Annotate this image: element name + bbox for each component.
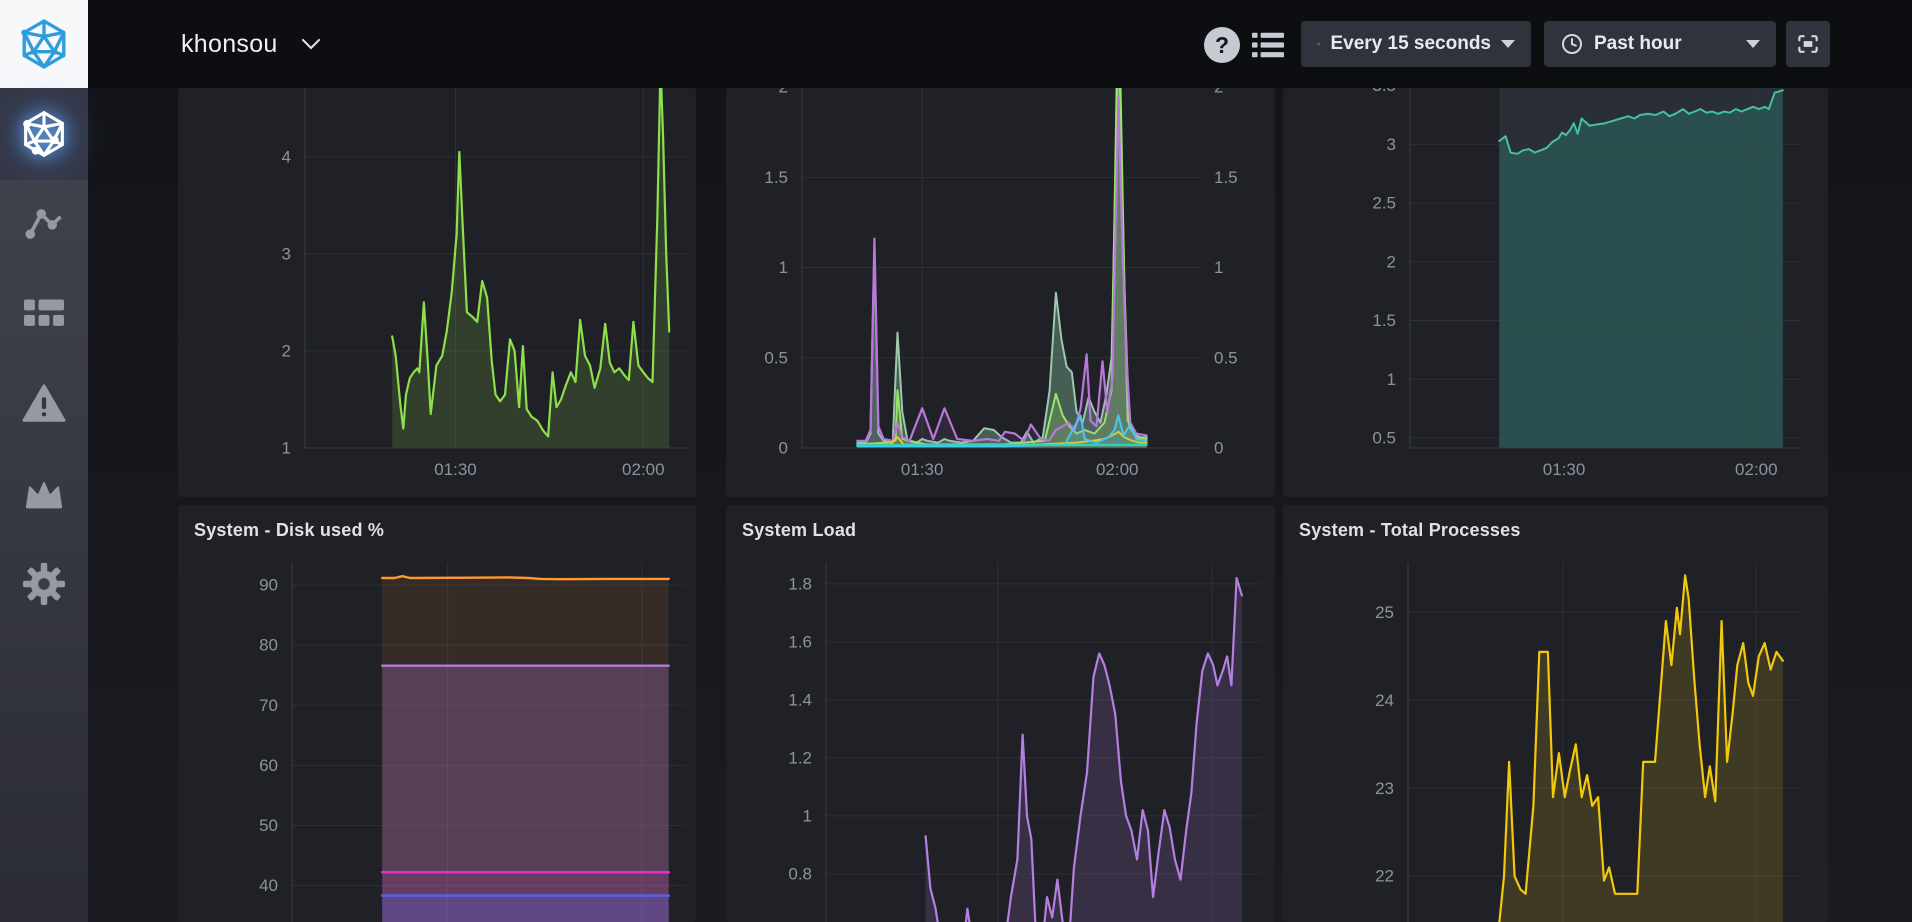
y-tick-label: 60 [259,756,278,775]
time-range-button[interactable]: Past hour [1544,21,1776,67]
y-tick-label-right: 0.5 [1214,348,1238,367]
panel-top-left: 4 3 2 1 01:30 02:00 [178,88,696,497]
dashboard-stage: { "navbar": { "title": "khonsou", "refre… [0,0,1912,922]
y-tick-label: 4 [282,147,291,166]
dashboard-list-button[interactable] [1252,30,1284,65]
sidebar-item-metrics[interactable] [0,180,88,268]
y-tick-label-right: 0 [1214,439,1223,458]
crown-icon [21,473,67,515]
fullscreen-icon [1795,31,1821,57]
alert-triangle-icon [21,381,67,427]
y-tick-label: 0.8 [788,864,812,883]
y-tick-label: 1.2 [788,748,812,767]
y-tick-label-right: 1 [1214,258,1223,277]
y-tick-label: 1.8 [788,574,812,593]
series-orange [382,576,669,579]
x-tick-label: 02:00 [622,460,665,479]
y-tick-label: 3 [282,244,291,263]
sidebar-item-alerting[interactable] [0,360,88,448]
sidebar-item-admin[interactable] [0,450,88,538]
y-tick-label: 90 [259,576,278,595]
caret-down-icon [1501,40,1515,48]
scatter-graph-icon [22,202,66,246]
help-button[interactable]: ? [1204,27,1240,63]
y-tick-label: 1 [282,439,291,458]
y-tick-label: 0.5 [764,348,788,367]
panel-top-middle: 2 2 1.5 1.5 1 1 0.5 0.5 0 0 01:30 02:00 [726,88,1275,497]
y-tick-label: 1 [1387,370,1396,389]
y-tick-label: 2 [1387,252,1396,271]
chart-disk-used[interactable]: 90 80 70 60 50 40 [178,505,696,922]
y-tick-label: 25 [1375,603,1394,622]
chart-top-left[interactable]: 4 3 2 1 01:30 02:00 [178,88,696,497]
y-tick-label: 1.4 [788,690,812,709]
caret-down-icon [1746,40,1760,48]
chart-system-load[interactable]: 1.81.61.41.210.80.6 [726,505,1275,922]
gear-icon [21,561,67,607]
y-tick-label: 2 [779,88,788,97]
clock-icon [1560,32,1584,56]
dashboard-grid-icon [22,294,66,334]
refresh-interval-label: Every 15 seconds [1330,33,1491,55]
panel-total-processes: System - Total Processes 25242322 [1283,505,1828,922]
chart-total-processes[interactable]: 25 24 23 22 [1283,505,1828,922]
chart-top-middle[interactable]: 2 2 1.5 1.5 1 1 0.5 0.5 0 0 01:30 02:00 [726,88,1275,497]
y-tick-label: 24 [1375,691,1394,710]
dashboard-title: khonsou [181,30,278,59]
y-tick-label: 0.5 [1372,429,1396,448]
list-icon [1252,30,1284,60]
panel-system-load: System Load 1.81.61.41.210.80.6 [726,505,1275,922]
y-tick-label-right: 2 [1214,88,1223,97]
y-tick-label: 3 [1387,135,1396,154]
y-tick-label: 3.5 [1372,88,1396,95]
time-range-label: Past hour [1594,33,1682,55]
panel-top-right: 3.5 3 2.5 2 1.5 1 0.5 01:30 02:00 [1283,88,1828,497]
y-tick-label: 1.5 [1372,311,1396,330]
refresh-icon [1317,32,1320,56]
y-tick-label: 1 [803,806,812,825]
panel-disk-used: System - Disk used % 908070605040 [178,505,696,922]
sidebar [0,0,88,922]
sidebar-item-dashboard-active[interactable] [0,88,88,180]
y-tick-label: 1.5 [764,168,788,187]
y-tick-label: 23 [1375,779,1394,798]
app-logo[interactable] [0,0,88,88]
y-tick-label: 40 [259,876,278,895]
polyhedron-glow-icon [19,109,69,159]
x-tick-label: 02:00 [1096,460,1139,479]
logo-polyhedron-icon [17,17,71,71]
y-tick-label: 50 [259,816,278,835]
x-tick-label: 01:30 [1543,460,1586,479]
chevron-down-icon [300,36,322,52]
cycle-view-button[interactable] [1786,21,1830,67]
x-tick-label: 01:30 [901,460,944,479]
y-tick-label: 80 [259,636,278,655]
y-tick-label-right: 1.5 [1214,168,1238,187]
y-tick-label: 1.6 [788,632,812,651]
y-tick-label: 22 [1375,867,1394,886]
y-tick-label: 0 [779,439,788,458]
x-tick-label: 01:30 [434,460,477,479]
x-tick-label: 02:00 [1735,460,1778,479]
question-mark-icon: ? [1215,32,1229,59]
y-tick-label: 70 [259,696,278,715]
y-tick-label: 1 [779,258,788,277]
y-tick-label: 2.5 [1372,194,1396,213]
chart-top-right[interactable]: 3.5 3 2.5 2 1.5 1 0.5 01:30 02:00 [1283,88,1828,497]
refresh-interval-button[interactable]: Every 15 seconds [1301,21,1531,67]
dashboard-title-dropdown[interactable]: khonsou [181,0,322,88]
top-navbar: khonsou ? [0,0,1912,88]
sidebar-item-dashboards[interactable] [0,270,88,358]
y-tick-label: 2 [282,341,291,360]
sidebar-item-settings[interactable] [0,540,88,628]
